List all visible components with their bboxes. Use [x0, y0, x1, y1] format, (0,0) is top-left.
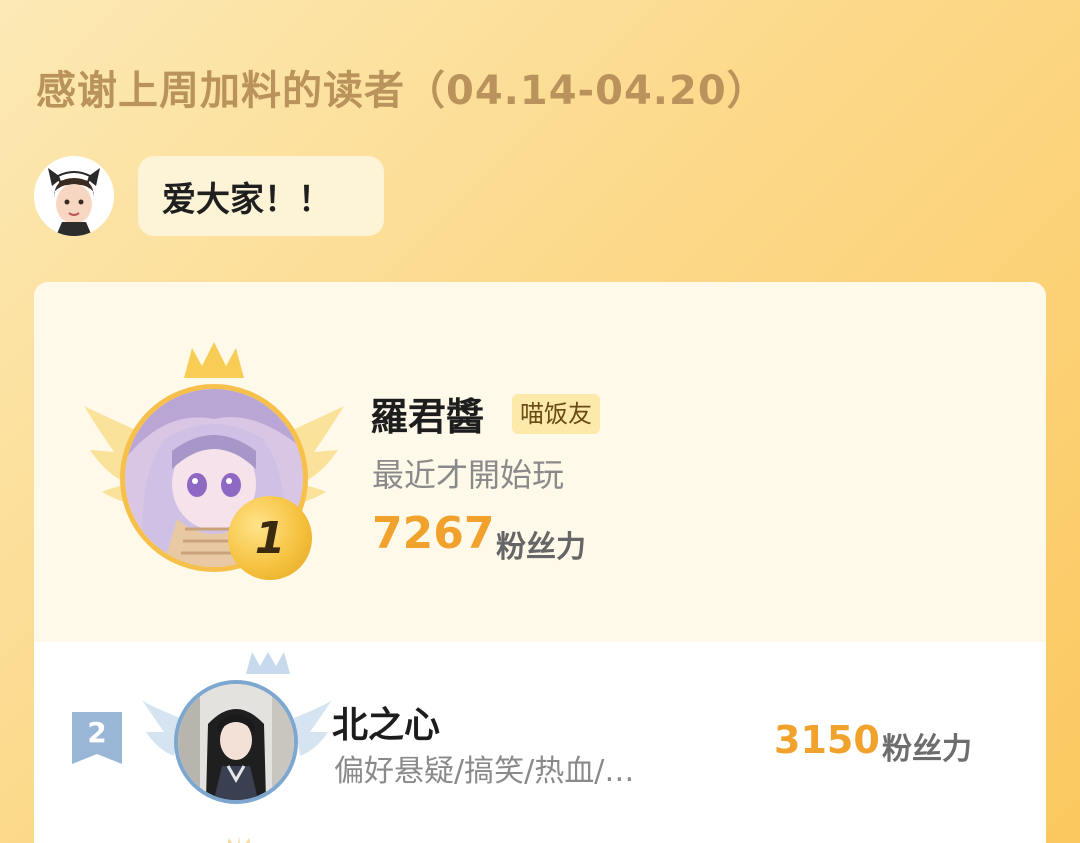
rank-number-second: 2 [87, 716, 107, 749]
page-title: 感谢上周加料的读者（04.14-04.20） [36, 68, 768, 114]
reader-score-unit-second: 粉丝力 [882, 732, 972, 767]
leaderboard-row-second[interactable]: 2 北之心 偏好悬疑/搞笑/热血/… 3150 粉丝力 [34, 642, 1046, 843]
reader-score-first: 7267 [372, 508, 495, 559]
author-avatar[interactable] [34, 156, 114, 236]
bronze-crown-icon [227, 836, 251, 843]
reader-score-unit-first: 粉丝力 [496, 530, 586, 565]
rank-medal-first: 1 [228, 496, 312, 580]
leaderboard-panel: 1 羅君醬 喵饭友 最近才開始玩 7267 粉丝力 2 北之心 偏好悬疑/搞笑/… [34, 282, 1046, 843]
reader-description-first: 最近才開始玩 [372, 456, 565, 494]
reader-score-second: 3150 [774, 718, 880, 762]
reader-name-first[interactable]: 羅君醬 [370, 386, 484, 441]
reader-description-second: 偏好悬疑/搞笑/热血/… [334, 754, 635, 789]
reader-avatar-second[interactable] [174, 680, 298, 804]
leaderboard-row-first[interactable]: 1 羅君醬 喵饭友 最近才開始玩 7267 粉丝力 [34, 282, 1046, 642]
reader-name-second[interactable]: 北之心 [332, 696, 440, 748]
rank-flag-second: 2 [72, 712, 122, 764]
reader-badge-first: 喵饭友 [512, 394, 600, 434]
author-speech-bubble: 爱大家！！ [138, 156, 384, 236]
